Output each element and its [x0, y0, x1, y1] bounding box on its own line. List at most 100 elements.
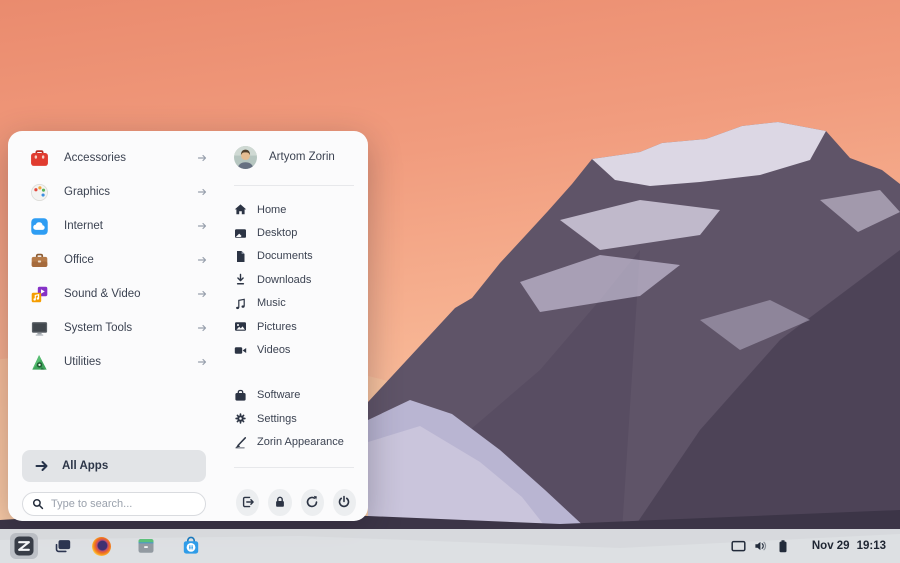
system-list: Software Settings Zorin Appearance [234, 384, 356, 454]
divider [234, 467, 354, 468]
palette-icon [30, 183, 49, 202]
menu-item-label: Zorin Appearance [257, 436, 344, 448]
clock-time: 19:13 [857, 540, 886, 552]
zorin-menu-button[interactable] [10, 533, 38, 559]
firefox-button[interactable] [92, 537, 111, 556]
file-cabinet-icon [136, 536, 156, 556]
place-label: Desktop [257, 227, 297, 239]
music-note-icon [234, 297, 247, 310]
category-utilities[interactable]: Utilities [8, 345, 220, 379]
user-name: Artyom Zorin [269, 151, 335, 163]
chevron-right-icon [196, 186, 208, 198]
media-icon [30, 285, 49, 304]
category-sound-video[interactable]: Sound & Video [8, 277, 220, 311]
all-apps-button[interactable]: All Apps [22, 450, 206, 482]
download-icon [234, 273, 247, 286]
category-internet[interactable]: Internet [8, 209, 220, 243]
home-icon [234, 203, 247, 216]
place-videos[interactable]: Videos [234, 338, 356, 361]
firefox-icon [92, 537, 111, 556]
lock-button[interactable] [268, 489, 291, 516]
search-icon [32, 498, 44, 510]
category-label: Internet [64, 220, 103, 232]
menu-item-zorin-appearance[interactable]: Zorin Appearance [234, 431, 356, 454]
taskbar: Nov 29 19:13 [0, 529, 900, 563]
place-desktop[interactable]: Desktop [234, 221, 356, 244]
category-label: Utilities [64, 356, 101, 368]
display-icon[interactable] [731, 539, 746, 553]
software-store-icon [181, 536, 201, 556]
lock-icon [273, 495, 287, 509]
place-downloads[interactable]: Downloads [234, 268, 356, 291]
restart-button[interactable] [301, 489, 324, 516]
place-documents[interactable]: Documents [234, 245, 356, 268]
category-system-tools[interactable]: System Tools [8, 311, 220, 345]
category-label: Sound & Video [64, 288, 141, 300]
category-label: Office [64, 254, 94, 266]
user-account[interactable]: Artyom Zorin [234, 145, 356, 169]
document-icon [234, 250, 247, 263]
place-label: Documents [257, 250, 313, 262]
category-label: System Tools [64, 322, 132, 334]
category-label: Accessories [64, 152, 126, 164]
gear-icon [234, 412, 247, 425]
category-accessories[interactable]: Accessories [8, 141, 220, 175]
power-button[interactable] [333, 489, 356, 516]
places-column: Artyom Zorin Home Desktop Documents Down… [220, 131, 368, 521]
software-bag-icon [234, 389, 247, 402]
search-field[interactable] [22, 492, 206, 516]
menu-item-software[interactable]: Software [234, 384, 356, 407]
logout-button[interactable] [236, 489, 259, 516]
files-button[interactable] [136, 536, 156, 556]
menu-item-label: Settings [257, 413, 297, 425]
session-controls [234, 489, 356, 516]
chevron-right-icon [196, 288, 208, 300]
clock[interactable]: Nov 29 19:13 [812, 540, 886, 552]
place-label: Pictures [257, 321, 297, 333]
window-switcher-button[interactable] [54, 538, 72, 554]
menu-item-label: Software [257, 389, 300, 401]
category-label: Graphics [64, 186, 110, 198]
places-list: Home Desktop Documents Downloads Music P… [234, 198, 356, 362]
category-graphics[interactable]: Graphics [8, 175, 220, 209]
menu-item-settings[interactable]: Settings [234, 407, 356, 430]
category-office[interactable]: Office [8, 243, 220, 277]
video-camera-icon [234, 344, 247, 357]
battery-icon[interactable] [776, 539, 790, 554]
chevron-right-icon [196, 220, 208, 232]
app-menu-panel: Accessories Graphics Internet [8, 131, 368, 521]
logout-icon [241, 495, 255, 509]
restart-icon [305, 495, 319, 509]
power-icon [337, 495, 351, 509]
desktop-icon [234, 227, 247, 240]
clock-date: Nov 29 [812, 540, 850, 552]
place-home[interactable]: Home [234, 198, 356, 221]
briefcase-icon [30, 251, 49, 270]
divider [234, 185, 354, 186]
place-label: Home [257, 204, 286, 216]
chevron-right-icon [196, 356, 208, 368]
chevron-right-icon [196, 152, 208, 164]
place-pictures[interactable]: Pictures [234, 315, 356, 338]
arrow-right-icon [34, 458, 50, 474]
software-store-button[interactable] [181, 536, 201, 556]
toolbox-icon [30, 149, 49, 168]
utilities-icon [30, 353, 49, 372]
search-input[interactable] [51, 498, 196, 510]
window-switcher-icon [54, 538, 72, 554]
appearance-brush-icon [234, 436, 247, 449]
place-label: Downloads [257, 274, 311, 286]
all-apps-label: All Apps [62, 460, 108, 472]
picture-icon [234, 320, 247, 333]
chevron-right-icon [196, 254, 208, 266]
chevron-right-icon [196, 322, 208, 334]
place-label: Videos [257, 344, 290, 356]
volume-icon[interactable] [754, 539, 768, 553]
cloud-icon [30, 217, 49, 236]
place-label: Music [257, 297, 286, 309]
zorin-logo-icon [14, 536, 34, 556]
category-column: Accessories Graphics Internet [8, 131, 220, 521]
monitor-icon [30, 319, 49, 338]
avatar [234, 146, 257, 169]
place-music[interactable]: Music [234, 292, 356, 315]
